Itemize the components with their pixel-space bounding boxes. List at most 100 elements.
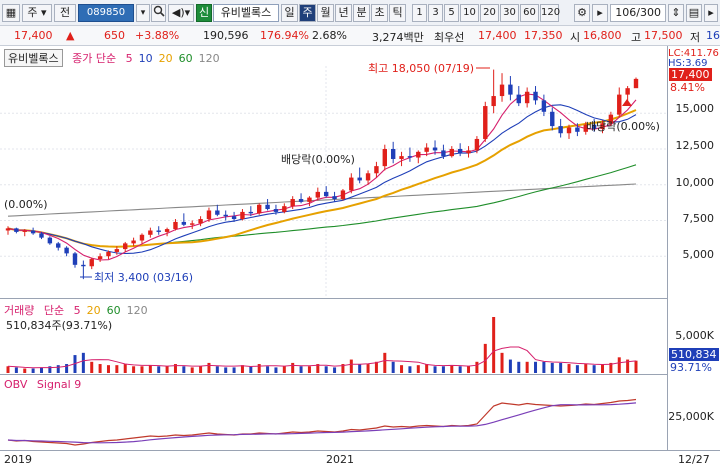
volume-bar — [182, 366, 186, 373]
volume-pane[interactable]: 거래량 단순 5 20 60 120 510,834주(93.71%) — [0, 298, 668, 374]
volume-bars[interactable] — [0, 299, 668, 375]
candle-body — [181, 221, 187, 225]
interval-tab-30[interactable]: 30 — [500, 4, 519, 22]
volume-bar — [592, 365, 596, 373]
candle-body — [215, 210, 220, 215]
turnover-rate: 2.68% — [312, 29, 347, 42]
period-tab-4[interactable]: 분 — [353, 4, 370, 22]
volume-bar — [157, 366, 161, 373]
candle-body — [524, 91, 530, 104]
candle-body — [407, 156, 413, 158]
period-tab-3[interactable]: 년 — [335, 4, 352, 22]
candle-body — [441, 150, 446, 157]
candle-body — [357, 177, 362, 181]
interval-tab-120[interactable]: 120 — [540, 4, 560, 22]
volume-bar — [31, 368, 35, 373]
volume-ratio: 176.94% — [260, 29, 309, 42]
volume-bar — [224, 367, 228, 373]
volume-bar — [232, 367, 236, 373]
period-tab-5[interactable]: 초 — [371, 4, 388, 22]
candle-body — [566, 127, 572, 134]
volume-bar — [39, 367, 43, 373]
current-price-tag: 17,400 — [669, 68, 712, 81]
chart-type-icon[interactable]: ▦ — [2, 4, 20, 22]
best-bid: 17,350 — [524, 29, 563, 42]
interval-tab-1[interactable]: 1 — [412, 4, 427, 22]
volume-bar — [207, 362, 211, 373]
scroll-arrows-icon[interactable]: ⇕ — [668, 4, 684, 22]
speaker-icon[interactable]: ◀)▾ — [168, 4, 194, 22]
candle-body — [424, 147, 429, 152]
obv-line — [7, 398, 637, 446]
volume-bar — [567, 364, 571, 373]
volume-bar — [165, 366, 169, 373]
price-chart-pane[interactable]: 유비벨록스 종가 단순 5 10 20 60 120 최고 18,050 (07/19)… — [0, 46, 668, 298]
volume-ma-line — [7, 346, 637, 369]
candle-body — [97, 256, 103, 260]
candle-body — [72, 253, 78, 265]
candle-body — [575, 127, 580, 132]
candle-body — [499, 84, 505, 97]
volume-bar — [307, 366, 311, 373]
volume-bar — [6, 366, 10, 373]
candle-body — [240, 211, 245, 220]
candle-body — [315, 191, 321, 198]
volume-bar — [98, 364, 102, 373]
candle-body — [290, 199, 295, 207]
period-tab-2[interactable]: 월 — [317, 4, 334, 22]
candle-body — [156, 230, 161, 232]
period-tab-0[interactable]: 일 — [281, 4, 298, 22]
settings-icon[interactable]: ⚙ — [574, 4, 590, 22]
count-display[interactable]: 106/300 — [610, 4, 666, 22]
low-price: 16 — [706, 29, 720, 42]
market-button[interactable]: 전 — [54, 4, 76, 22]
search-icon[interactable] — [151, 4, 166, 22]
volume-bar — [140, 366, 144, 373]
change-pct-tag: 8.41% — [670, 81, 705, 94]
candle-body — [231, 216, 237, 220]
volume-bar — [349, 359, 353, 373]
volume-current-tag: 510,834 — [669, 348, 719, 361]
candle-body — [64, 247, 69, 254]
low-label: 저 — [690, 31, 701, 44]
stock-name-field[interactable]: 유비벨록스 — [213, 4, 279, 22]
stock-code-input[interactable]: 089850 — [78, 4, 134, 22]
candle-body — [89, 259, 94, 267]
obv-lines[interactable] — [0, 375, 668, 451]
interval-tab-20[interactable]: 20 — [480, 4, 499, 22]
item-type-select[interactable]: 주 ▾ — [22, 4, 52, 22]
ma-line-60 — [7, 164, 637, 248]
expand-icon[interactable]: ▸ — [592, 4, 608, 22]
candle-body — [399, 156, 404, 159]
interval-tab-60[interactable]: 60 — [520, 4, 539, 22]
more-icon[interactable]: ▸ — [704, 4, 718, 22]
volume-bar — [400, 365, 404, 373]
volume-bar — [408, 366, 412, 373]
new-badge[interactable]: 신 — [196, 4, 212, 22]
volume-bar — [366, 364, 370, 373]
interval-tab-5[interactable]: 5 — [444, 4, 459, 22]
candle-body — [265, 204, 270, 210]
volume-value: 190,596 — [203, 29, 249, 42]
period-tab-1[interactable]: 주 — [299, 4, 316, 22]
volume-bar — [601, 364, 605, 373]
candlestick-chart[interactable]: 최고 18,050 (07/19) 최저 3,400 (03/16) 배당락(0.0… — [0, 46, 668, 298]
volume-bar — [475, 361, 479, 373]
code-dropdown-icon[interactable]: ▾ — [136, 4, 150, 22]
candle-body — [223, 214, 228, 217]
axis-tick: 5,000 — [682, 248, 715, 261]
period-tab-6[interactable]: 틱 — [389, 4, 406, 22]
calendar-icon[interactable]: ▤ — [686, 4, 702, 22]
dividend-annotation-1: 배당락(0.00%) — [281, 153, 355, 166]
candle-body — [508, 84, 513, 95]
interval-tab-3[interactable]: 3 — [428, 4, 443, 22]
high-annotation: 최고 18,050 (07/19) — [368, 62, 474, 75]
obv-pane[interactable]: OBV Signal 9 — [0, 374, 668, 450]
candle-body — [374, 166, 379, 174]
candle-body — [22, 230, 27, 232]
candle-body — [164, 229, 170, 232]
candle-body — [106, 251, 111, 257]
candle-body — [81, 264, 86, 267]
volume-bar — [508, 359, 512, 373]
interval-tab-10[interactable]: 10 — [460, 4, 479, 22]
